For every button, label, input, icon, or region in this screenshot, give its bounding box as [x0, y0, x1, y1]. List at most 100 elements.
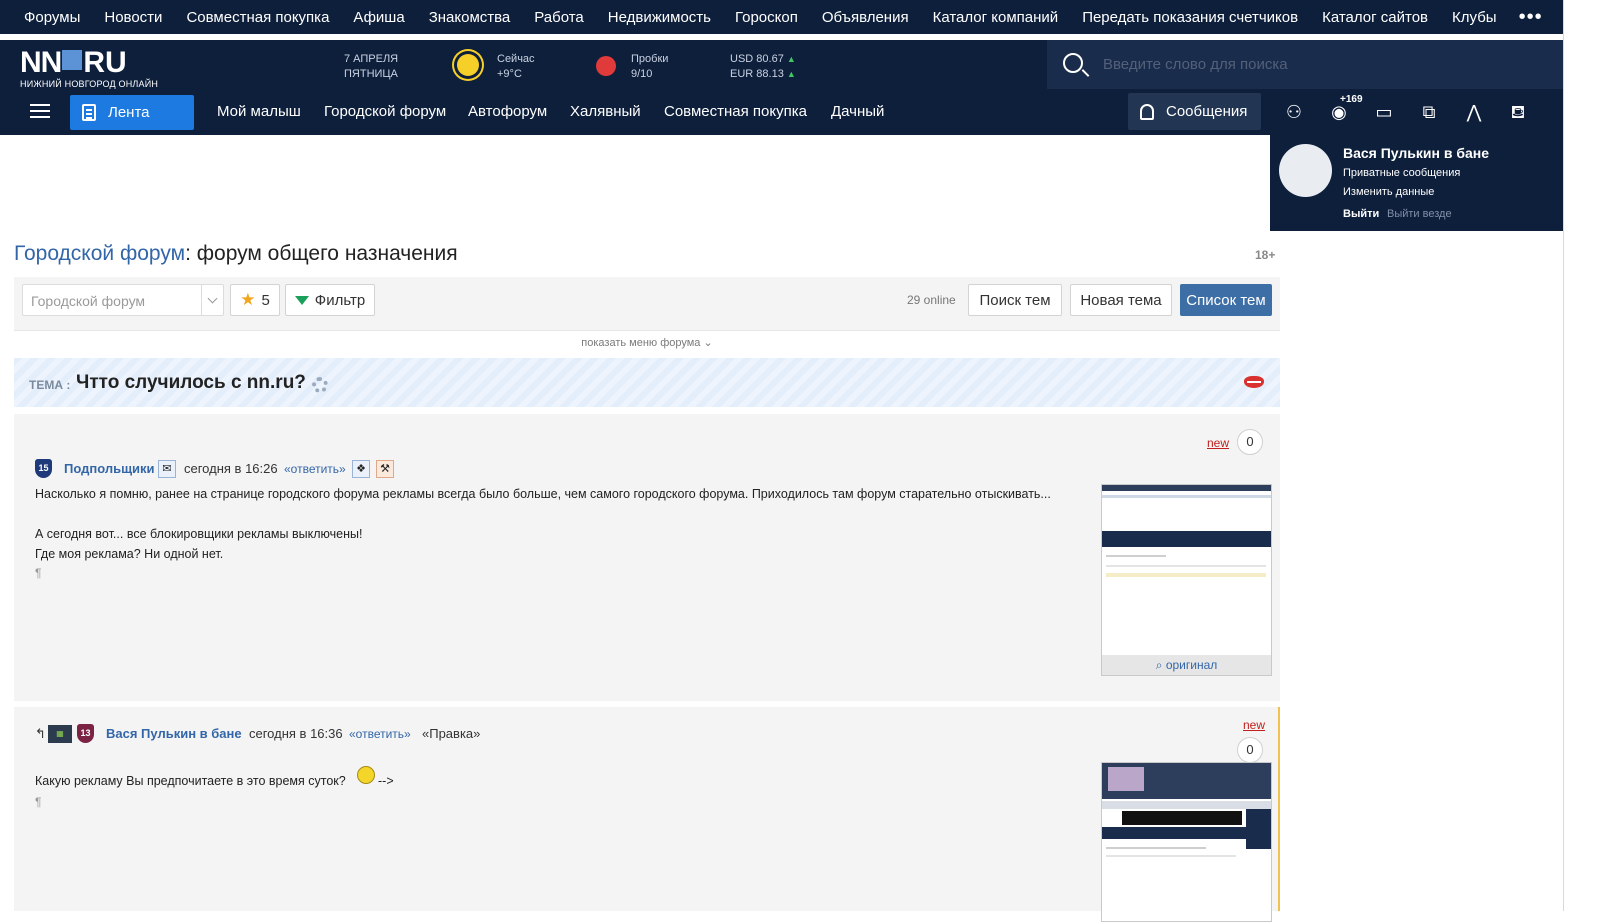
- post-author[interactable]: Подпольщики: [64, 461, 155, 476]
- site-logo[interactable]: NN RU НИЖНИЙ НОВГОРОД ОНЛАЙН: [20, 46, 158, 89]
- search-bar: [1047, 40, 1563, 89]
- nav-dacha[interactable]: Дачный: [831, 103, 884, 120]
- search-input[interactable]: [1103, 50, 1543, 78]
- weather-block[interactable]: Сейчас +9°C: [497, 52, 535, 82]
- lips-icon[interactable]: [1244, 376, 1264, 388]
- post-time: сегодня в 16:26: [184, 461, 278, 476]
- new-topic-button[interactable]: Новая тема: [1070, 284, 1172, 316]
- favorites-button[interactable]: ★ 5: [230, 284, 280, 316]
- nav-my-baby[interactable]: Мой малыш: [217, 103, 301, 120]
- topic-label: ТЕМА :: [29, 378, 71, 392]
- thumb-detail: [1108, 767, 1144, 791]
- logout-link[interactable]: Выйти: [1343, 208, 1379, 220]
- thumb-detail: [1106, 573, 1266, 577]
- funnel-icon: [294, 295, 309, 305]
- post-tail: -->: [378, 774, 394, 788]
- compass-icon[interactable]: ⋀: [1463, 101, 1485, 123]
- copy-icon[interactable]: ⧉: [1418, 101, 1440, 123]
- level-badge: 15: [35, 459, 52, 478]
- topnav-forums[interactable]: Форумы: [12, 9, 92, 26]
- forum-select-value: Городской форум: [31, 293, 146, 309]
- forum-title-rest: : форум общего назначения: [185, 242, 458, 265]
- views-badge: +169: [1340, 94, 1363, 105]
- friends-icon[interactable]: ⚇: [1283, 101, 1305, 123]
- topnav-joint-purchase[interactable]: Совместная покупка: [174, 9, 341, 26]
- online-count: 29 online: [907, 293, 956, 307]
- arrow-up-icon: ▲: [786, 69, 796, 79]
- reply-link[interactable]: «ответить»: [284, 462, 346, 476]
- mail-icon[interactable]: ✉: [158, 460, 176, 478]
- post-author[interactable]: Вася Пулькин в бане: [106, 726, 242, 741]
- smiley-icon: [357, 766, 375, 784]
- forum-title-link[interactable]: Городской форум: [14, 242, 185, 265]
- topnav-realty[interactable]: Недвижимость: [596, 9, 723, 26]
- forum-select[interactable]: Городской форум: [22, 284, 224, 316]
- thumb-detail: [1246, 809, 1271, 849]
- topnav-ads[interactable]: Объявления: [810, 9, 921, 26]
- forum-toolbar: Городской форум ★ 5 Фильтр 29 online Пои…: [14, 277, 1280, 331]
- forum-post: new 0 ↰ ▦ 13 Вася Пулькин в бане сегодня…: [14, 707, 1280, 922]
- topic-list-button[interactable]: Список тем: [1180, 284, 1272, 316]
- chat-icon[interactable]: ▭: [1373, 101, 1395, 123]
- topnav-meters[interactable]: Передать показания счетчиков: [1070, 9, 1310, 26]
- nav-freebie[interactable]: Халявный: [570, 103, 641, 120]
- topic-title: Чтто случилось с nn.ru?: [76, 372, 306, 393]
- nav-city-forum[interactable]: Городской форум: [324, 103, 446, 120]
- scrollbar[interactable]: [1563, 0, 1603, 911]
- post-line: Насколько я помню, ранее на странице гор…: [35, 487, 1051, 501]
- eur-rate: EUR 88.13: [730, 68, 784, 80]
- new-link[interactable]: new: [1207, 436, 1229, 450]
- search-topics-button[interactable]: Поиск тем: [968, 284, 1062, 316]
- logout-all-link[interactable]: Выйти везде: [1387, 208, 1452, 220]
- scroll-track: [1563, 0, 1564, 911]
- attachment-thumbnail[interactable]: [1101, 762, 1272, 922]
- avatar[interactable]: [1279, 144, 1332, 197]
- topnav-jobs[interactable]: Работа: [522, 9, 596, 26]
- traffic-label: Пробки: [631, 53, 669, 65]
- topnav-news[interactable]: Новости: [92, 9, 174, 26]
- gift-icon[interactable]: ❖: [352, 460, 370, 478]
- more-icon[interactable]: •••: [1509, 6, 1543, 29]
- nav-auto-forum[interactable]: Автофорум: [468, 103, 547, 120]
- currency-block[interactable]: USD 80.67 ▲ EUR 88.13 ▲: [730, 52, 796, 82]
- edit-link[interactable]: «Правка»: [422, 726, 480, 741]
- gear-icon[interactable]: [312, 377, 328, 393]
- search-icon[interactable]: [1063, 53, 1083, 73]
- photo-icon[interactable]: ▦: [48, 725, 72, 743]
- reply-arrow-icon: ↰: [35, 726, 46, 741]
- filter-button[interactable]: Фильтр: [285, 284, 375, 316]
- date-block: 7 АПРЕЛЯ ПЯТНИЦА: [344, 52, 398, 82]
- topnav-companies[interactable]: Каталог компаний: [921, 9, 1071, 26]
- reply-link[interactable]: «ответить»: [349, 727, 411, 741]
- basket-icon[interactable]: ⛾: [1507, 101, 1529, 123]
- topnav-sites[interactable]: Каталог сайтов: [1310, 9, 1440, 26]
- traffic-block[interactable]: Пробки 9/10: [631, 52, 668, 82]
- post-time: сегодня в 16:36: [249, 726, 343, 741]
- feed-button[interactable]: Лента: [70, 95, 194, 130]
- edit-profile-link[interactable]: Изменить данные: [1343, 186, 1434, 198]
- topnav-clubs[interactable]: Клубы: [1440, 9, 1509, 26]
- topnav-dating[interactable]: Знакомства: [417, 9, 523, 26]
- rating-count[interactable]: 0: [1237, 737, 1263, 763]
- hammer-icon[interactable]: ⚒: [376, 460, 394, 478]
- post-body: Насколько я помню, ранее на странице гор…: [35, 484, 1051, 564]
- user-name[interactable]: Вася Пулькин в бане: [1343, 145, 1489, 161]
- original-link[interactable]: ⌕ оригинал: [1102, 655, 1271, 675]
- show-menu-label: показать меню форума: [581, 337, 701, 349]
- messages-button[interactable]: Сообщения: [1128, 93, 1261, 130]
- attachment-thumbnail[interactable]: ⌕ оригинал: [1101, 484, 1272, 676]
- new-link[interactable]: new: [1243, 718, 1265, 732]
- nav-joint-purchase[interactable]: Совместная покупка: [664, 103, 807, 120]
- document-icon: [82, 104, 96, 121]
- menu-icon[interactable]: [30, 104, 50, 118]
- logo-square-icon: [62, 50, 83, 70]
- rating-count[interactable]: 0: [1237, 429, 1263, 455]
- chevron-down-icon[interactable]: [201, 285, 224, 315]
- traffic-icon: [596, 56, 616, 76]
- show-forum-menu[interactable]: показать меню форума ⌄: [14, 332, 1280, 354]
- filter-label: Фильтр: [314, 291, 366, 309]
- private-messages-link[interactable]: Приватные сообщения: [1343, 167, 1460, 179]
- topnav-afisha[interactable]: Афиша: [341, 9, 416, 26]
- topnav-horoscope[interactable]: Гороскоп: [723, 9, 810, 26]
- logo-ru: RU: [83, 46, 127, 79]
